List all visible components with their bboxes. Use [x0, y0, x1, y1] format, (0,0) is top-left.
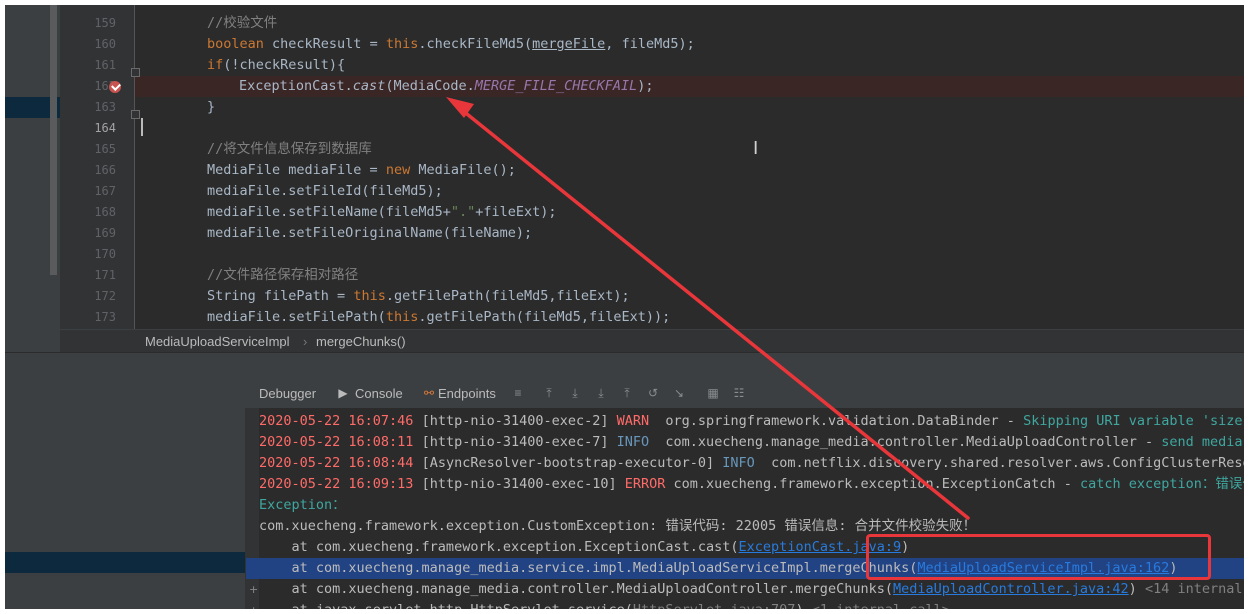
annotation-arrow-icon [446, 97, 970, 520]
